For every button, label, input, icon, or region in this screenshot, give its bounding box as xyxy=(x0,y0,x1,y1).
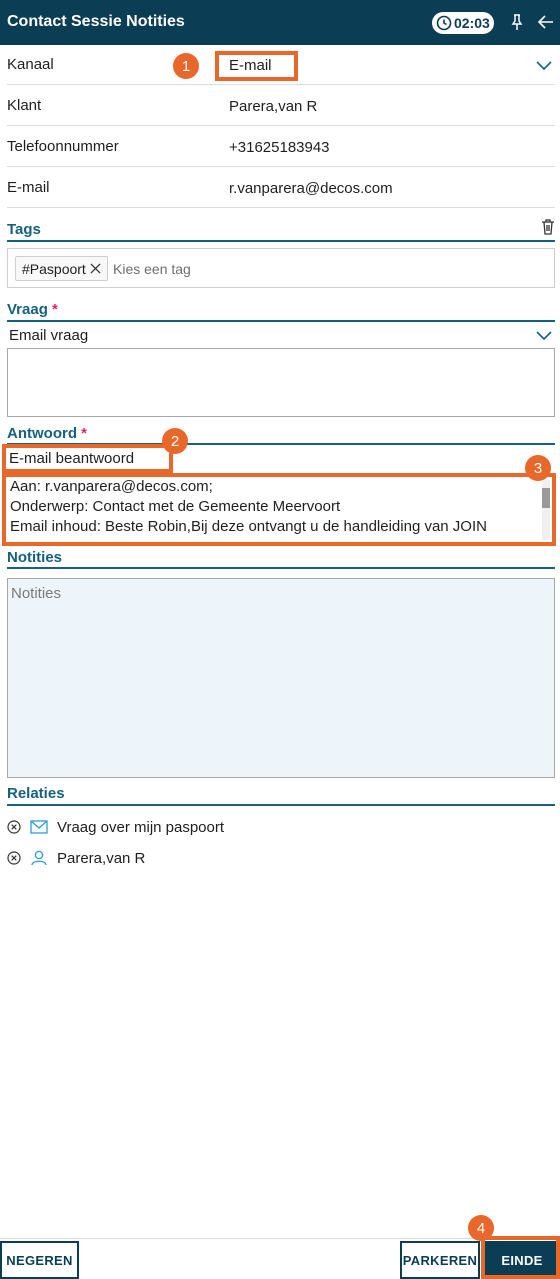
notities-textarea[interactable]: Notities xyxy=(7,578,555,778)
relation-item[interactable]: Parera,van R xyxy=(7,848,145,868)
negeren-button[interactable]: NEGEREN xyxy=(0,1241,79,1279)
field-telefoonnummer: Telefoonnummer +31625183943 xyxy=(7,127,555,167)
tags-title: Tags xyxy=(7,221,41,238)
divider xyxy=(7,567,555,569)
remove-circle-icon[interactable] xyxy=(7,851,21,865)
relation-label: Vraag over mijn paspoort xyxy=(57,818,225,836)
relation-label: Parera,van R xyxy=(57,849,146,867)
notities-title: Notities xyxy=(7,549,63,566)
field-label: Kanaal xyxy=(7,56,54,73)
page-title: Contact Sessie Notities xyxy=(7,13,185,30)
header-bar: Contact Sessie Notities 02:03 xyxy=(0,0,560,45)
einde-button[interactable]: EINDE xyxy=(484,1241,560,1279)
field-value: r.vanparera@decos.com xyxy=(229,180,393,197)
chevron-down-icon[interactable] xyxy=(535,60,553,72)
antwoord-title: Antwoord * xyxy=(7,425,87,442)
chevron-down-icon[interactable] xyxy=(535,330,553,342)
vraag-title: Vraag * xyxy=(7,301,58,318)
timer-value: 02:03 xyxy=(454,15,490,31)
pin-icon[interactable] xyxy=(508,13,526,31)
field-label: E-mail xyxy=(7,179,50,196)
vraag-select[interactable]: Email vraag xyxy=(9,327,88,344)
antwoord-title-text: Antwoord xyxy=(7,425,77,442)
required-mark: * xyxy=(52,301,58,318)
notities-placeholder: Notities xyxy=(11,585,62,602)
session-timer: 02:03 xyxy=(432,12,494,34)
step-badge: 2 xyxy=(162,428,188,454)
step-badge: 4 xyxy=(468,1215,494,1241)
field-klant: Klant Parera,van R xyxy=(7,86,555,126)
kanaal-select[interactable]: E-mail xyxy=(229,57,272,74)
divider xyxy=(7,240,555,242)
antwoord-select[interactable]: E-mail beantwoord xyxy=(9,450,134,467)
antwoord-line: Aan: r.vanparera@decos.com; xyxy=(10,478,213,495)
remove-circle-icon[interactable] xyxy=(7,820,21,834)
tag-search-input[interactable]: Kies een tag xyxy=(113,261,191,277)
tag-chip-label: #Paspoort xyxy=(22,260,86,277)
mail-icon xyxy=(30,820,48,834)
relaties-title: Relaties xyxy=(7,785,65,802)
close-icon[interactable] xyxy=(90,263,101,274)
field-value: Parera,van R xyxy=(229,98,318,115)
parkeren-button[interactable]: PARKEREN xyxy=(400,1241,480,1279)
required-mark: * xyxy=(81,425,87,442)
relation-item[interactable]: Vraag over mijn paspoort xyxy=(7,817,224,837)
clock-icon xyxy=(436,15,452,31)
field-kanaal[interactable]: Kanaal E-mail xyxy=(7,45,555,85)
person-icon xyxy=(31,850,47,866)
antwoord-line: Email inhoud: Beste Robin,Bij deze ontva… xyxy=(10,518,487,535)
divider xyxy=(7,804,555,806)
tag-chip: #Paspoort xyxy=(15,256,108,281)
divider xyxy=(7,443,555,445)
field-label: Klant xyxy=(7,97,42,114)
trash-icon[interactable] xyxy=(541,219,555,235)
vraag-textarea[interactable] xyxy=(7,348,555,417)
tag-input-box[interactable]: #Paspoort Kies een tag xyxy=(7,248,555,288)
antwoord-textarea[interactable]: Aan: r.vanparera@decos.com; Onderwerp: C… xyxy=(6,475,552,541)
scrollbar-thumb[interactable] xyxy=(542,488,550,508)
step-badge: 3 xyxy=(525,455,551,481)
field-email: E-mail r.vanparera@decos.com xyxy=(7,168,555,208)
field-value: +31625183943 xyxy=(229,139,330,156)
vraag-title-text: Vraag xyxy=(7,301,48,318)
divider xyxy=(7,320,555,322)
antwoord-line: Onderwerp: Contact met de Gemeente Meerv… xyxy=(10,498,341,515)
field-label: Telefoonnummer xyxy=(7,138,119,155)
step-badge: 1 xyxy=(173,53,199,79)
back-arrow-icon[interactable] xyxy=(537,13,555,31)
